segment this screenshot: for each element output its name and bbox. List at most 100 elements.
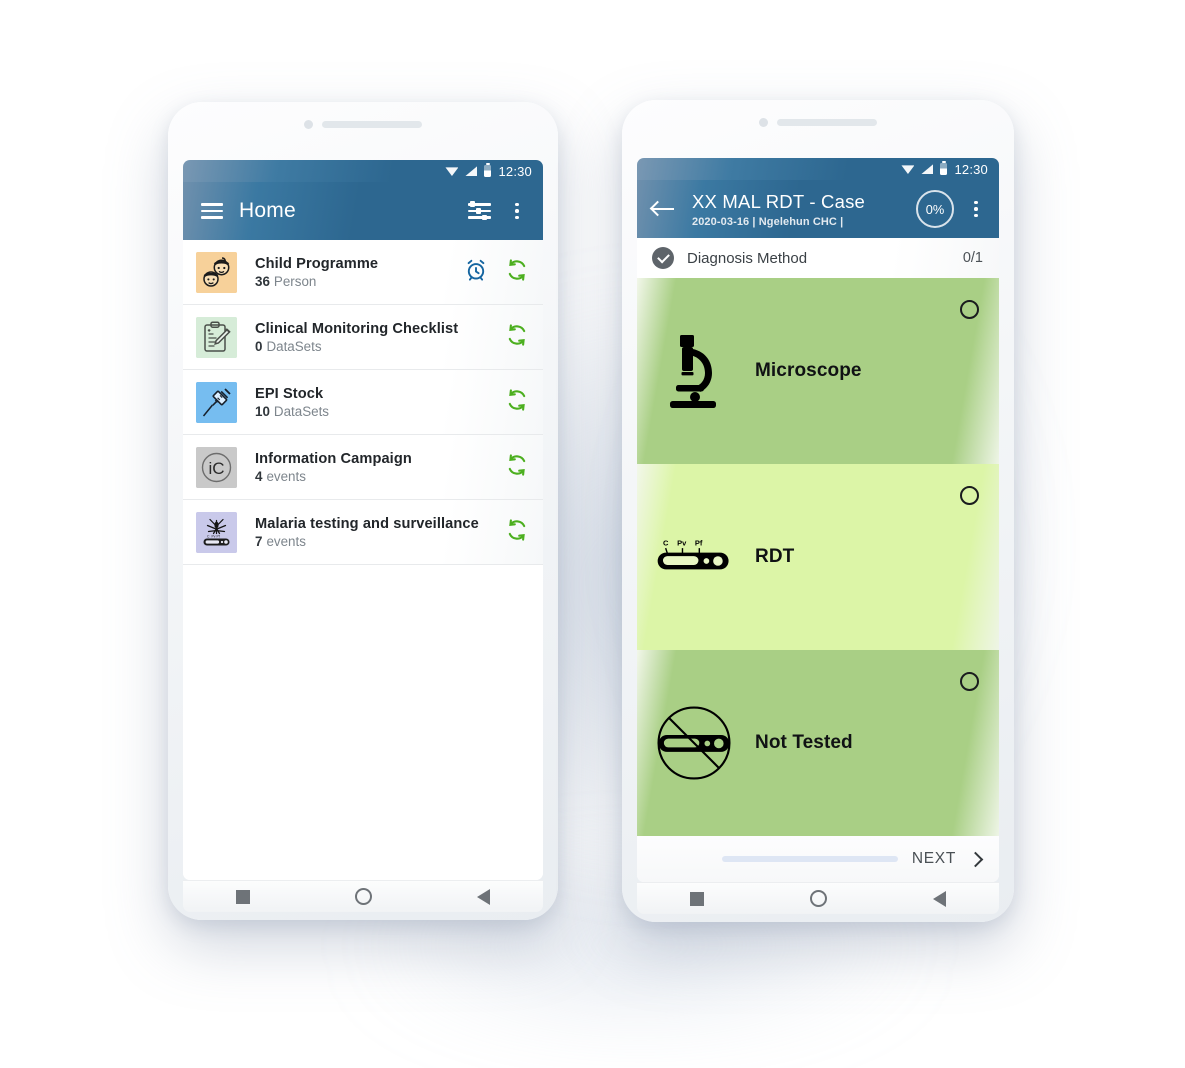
- program-meta: 36 Person: [255, 274, 464, 289]
- sync-icon[interactable]: [505, 453, 529, 482]
- program-list-item[interactable]: Child Programme 36 Person: [183, 240, 543, 305]
- program-item-text: Information Campaign 4 events: [237, 451, 505, 484]
- program-item-actions: [505, 388, 529, 417]
- program-item-actions: [505, 518, 529, 547]
- battery-icon: [484, 162, 492, 177]
- app-bar-left: Home: [183, 182, 543, 240]
- signal-icon: [465, 166, 478, 176]
- program-count: 10: [255, 403, 270, 419]
- option-card[interactable]: Not Tested: [637, 650, 999, 836]
- app-bar-right: XX MAL RDT - Case 2020-03-16 | Ngelehun …: [637, 180, 999, 238]
- option-card-list: Microscope C Pv Pf RDT Not Tested: [637, 278, 999, 836]
- speaker-grille-icon: [322, 121, 422, 128]
- svg-text:Pf: Pf: [695, 538, 703, 547]
- sync-icon[interactable]: [505, 323, 529, 352]
- program-list-item[interactable]: EPI Stock 10 DataSets: [183, 370, 543, 435]
- home-circle-icon[interactable]: [810, 890, 827, 907]
- page-title: Home: [239, 199, 296, 222]
- form-progress-bar: [721, 856, 898, 862]
- program-title: Information Campaign: [255, 450, 412, 467]
- recents-square-icon[interactable]: [690, 891, 704, 906]
- program-item-text: Child Programme 36 Person: [237, 256, 464, 289]
- option-card[interactable]: Microscope: [637, 278, 999, 464]
- back-triangle-icon[interactable]: [933, 890, 946, 907]
- next-button-label[interactable]: NEXT: [912, 850, 956, 868]
- camera-dot-icon: [304, 120, 313, 129]
- program-unit: events: [266, 533, 306, 549]
- program-title: Child Programme: [255, 255, 379, 272]
- screenshot-stage: 12:30 Home Child Programme 36 Person Cli…: [0, 0, 1185, 1068]
- screen-right: 12:30 XX MAL RDT - Case 2020-03-16 | Nge…: [637, 158, 999, 882]
- back-arrow-icon[interactable]: [649, 199, 676, 219]
- program-unit: DataSets: [266, 338, 322, 354]
- form-footer: NEXT: [637, 836, 999, 882]
- option-radio-button[interactable]: [960, 486, 979, 505]
- program-list-item[interactable]: iC Information Campaign 4 events: [183, 435, 543, 500]
- back-triangle-icon[interactable]: [477, 888, 491, 905]
- program-count: 7: [255, 533, 263, 549]
- phone-mockup-right: 12:30 XX MAL RDT - Case 2020-03-16 | Nge…: [622, 100, 1014, 922]
- program-item-actions: [505, 323, 529, 352]
- camera-dot-icon: [759, 118, 768, 127]
- screen-left: 12:30 Home Child Programme 36 Person Cli…: [183, 160, 543, 880]
- hamburger-menu-icon[interactable]: [201, 203, 223, 219]
- option-label: Not Tested: [755, 732, 853, 753]
- recents-square-icon[interactable]: [235, 889, 250, 904]
- program-item-text: EPI Stock 10 DataSets: [237, 386, 505, 419]
- program-list-item[interactable]: Clinical Monitoring Checklist 0 DataSets: [183, 305, 543, 370]
- section-completion-count: 0/1: [962, 250, 983, 266]
- rdt-strip-icon: C Pv Pf: [655, 533, 733, 581]
- chevron-right-icon[interactable]: [967, 851, 984, 867]
- phone-mockup-left: 12:30 Home Child Programme 36 Person Cli…: [168, 102, 558, 920]
- program-title: Clinical Monitoring Checklist: [255, 320, 459, 337]
- sync-icon[interactable]: [505, 258, 529, 287]
- status-clock: 12:30: [498, 163, 532, 179]
- android-nav-bar-right: [637, 882, 999, 914]
- sync-icon[interactable]: [505, 388, 529, 417]
- svg-text:Pv: Pv: [677, 538, 687, 547]
- program-meta: 7 events: [255, 534, 505, 549]
- alarm-icon[interactable]: [464, 258, 488, 287]
- section-header[interactable]: Diagnosis Method 0/1: [637, 238, 999, 278]
- program-title: Malaria testing and surveillance: [255, 515, 479, 532]
- wifi-icon: [445, 167, 459, 176]
- option-radio-button[interactable]: [960, 300, 979, 319]
- program-count: 36: [255, 273, 270, 289]
- phone-top-hardware: [168, 120, 558, 129]
- home-circle-icon[interactable]: [354, 888, 372, 905]
- overflow-menu-icon[interactable]: [507, 201, 527, 221]
- completion-progress-badge[interactable]: 0%: [916, 190, 954, 228]
- syringe-icon: [196, 381, 237, 423]
- overflow-menu-icon[interactable]: [966, 199, 986, 219]
- speaker-grille-icon: [777, 119, 877, 126]
- program-title: EPI Stock: [255, 385, 324, 402]
- option-card[interactable]: C Pv Pf RDT: [637, 464, 999, 650]
- clipboard-checklist-icon: [196, 316, 237, 358]
- svg-text:iC: iC: [208, 459, 224, 478]
- option-radio-button[interactable]: [960, 672, 979, 691]
- status-bar-left: 12:30: [183, 160, 543, 182]
- program-meta: 0 DataSets: [255, 339, 505, 354]
- sync-icon[interactable]: [505, 518, 529, 547]
- wifi-icon: [901, 165, 915, 174]
- program-meta: 10 DataSets: [255, 404, 505, 419]
- no-test-icon: [655, 699, 733, 787]
- tune-filter-icon[interactable]: [468, 201, 491, 221]
- program-list: Child Programme 36 Person Clinical Monito…: [183, 240, 543, 880]
- ic-monogram-icon: iC: [196, 446, 237, 488]
- program-meta: 4 events: [255, 469, 505, 484]
- program-item-text: Malaria testing and surveillance 7 events: [237, 516, 505, 549]
- event-title-block: XX MAL RDT - Case 2020-03-16 | Ngelehun …: [688, 191, 904, 228]
- program-list-item[interactable]: C Pv Pf Malaria testing and surveillance…: [183, 500, 543, 565]
- section-title: Diagnosis Method: [687, 249, 808, 267]
- event-title: XX MAL RDT - Case: [692, 190, 866, 212]
- option-label: RDT: [755, 546, 795, 567]
- status-clock: 12:30: [954, 161, 988, 177]
- signal-icon: [921, 164, 934, 174]
- program-unit: DataSets: [273, 403, 329, 419]
- battery-icon: [940, 160, 948, 175]
- status-bar-right: 12:30: [637, 158, 999, 180]
- program-item-text: Clinical Monitoring Checklist 0 DataSets: [237, 321, 505, 354]
- phone-top-hardware: [622, 118, 1014, 127]
- option-label: Microscope: [755, 360, 862, 381]
